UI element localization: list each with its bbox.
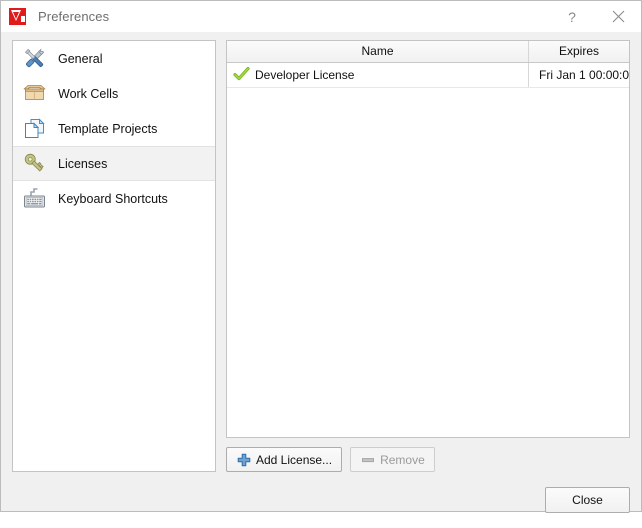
license-actions: Add License... Remove bbox=[226, 447, 630, 472]
sidebar-item-label: Keyboard Shortcuts bbox=[58, 191, 168, 206]
table-row[interactable]: Developer License Fri Jan 1 00:00:0... bbox=[227, 62, 629, 88]
license-name-text: Developer License bbox=[255, 67, 355, 82]
preferences-dialog: Preferences ? General Work Cells Templat… bbox=[0, 0, 642, 513]
dialog-content: General Work Cells Template Projects Lic… bbox=[1, 32, 641, 472]
documents-icon bbox=[19, 114, 49, 144]
sidebar-item-label: Template Projects bbox=[58, 121, 158, 136]
sidebar-item-licenses[interactable]: Licenses bbox=[13, 146, 215, 181]
close-icon bbox=[612, 10, 624, 23]
key-icon bbox=[19, 149, 49, 179]
column-header-expires[interactable]: Expires bbox=[528, 41, 629, 63]
close-dialog-button[interactable]: Close bbox=[545, 487, 630, 513]
sidebar-item-label: General bbox=[58, 51, 103, 66]
licenses-table-container[interactable]: Name Expires Developer License Fri Jan 1… bbox=[226, 40, 630, 438]
sidebar-item-keyboard-shortcuts[interactable]: Keyboard Shortcuts bbox=[13, 181, 215, 216]
sidebar-item-template-projects[interactable]: Template Projects bbox=[13, 111, 215, 146]
license-expires-text: Fri Jan 1 00:00:0... bbox=[539, 67, 629, 82]
minus-icon bbox=[362, 457, 375, 462]
tools-icon bbox=[19, 44, 49, 74]
app-logo-icon bbox=[9, 8, 26, 25]
sidebar-item-label: Work Cells bbox=[58, 86, 119, 101]
table-empty-area[interactable] bbox=[227, 87, 629, 437]
column-header-name[interactable]: Name bbox=[227, 41, 529, 63]
window-close-button[interactable] bbox=[595, 1, 641, 32]
box-icon bbox=[19, 79, 49, 109]
close-dialog-label: Close bbox=[572, 493, 603, 507]
table-header-row: Name Expires bbox=[227, 41, 629, 63]
licenses-table: Name Expires Developer License Fri Jan 1… bbox=[227, 41, 629, 88]
keyboard-icon bbox=[19, 184, 49, 214]
remove-license-label: Remove bbox=[380, 452, 425, 467]
add-license-label: Add License... bbox=[256, 452, 333, 467]
dialog-footer: Close bbox=[1, 472, 641, 528]
plus-icon bbox=[237, 453, 251, 466]
preferences-category-list[interactable]: General Work Cells Template Projects Lic… bbox=[12, 40, 216, 472]
sidebar-item-work-cells[interactable]: Work Cells bbox=[13, 76, 215, 111]
window-title: Preferences bbox=[38, 9, 110, 24]
licenses-pane: Name Expires Developer License Fri Jan 1… bbox=[226, 40, 630, 472]
green-check-icon bbox=[233, 67, 250, 81]
cell-license-name: Developer License bbox=[227, 62, 529, 88]
question-mark-icon: ? bbox=[568, 8, 576, 25]
title-bar: Preferences ? bbox=[1, 1, 641, 32]
panes: General Work Cells Template Projects Lic… bbox=[12, 40, 630, 472]
remove-license-button[interactable]: Remove bbox=[350, 447, 435, 472]
sidebar-item-label: Licenses bbox=[58, 156, 108, 171]
help-button[interactable]: ? bbox=[549, 1, 595, 32]
sidebar-item-general[interactable]: General bbox=[13, 41, 215, 76]
cell-license-expires: Fri Jan 1 00:00:0... bbox=[528, 62, 629, 88]
add-license-button[interactable]: Add License... bbox=[226, 447, 343, 472]
